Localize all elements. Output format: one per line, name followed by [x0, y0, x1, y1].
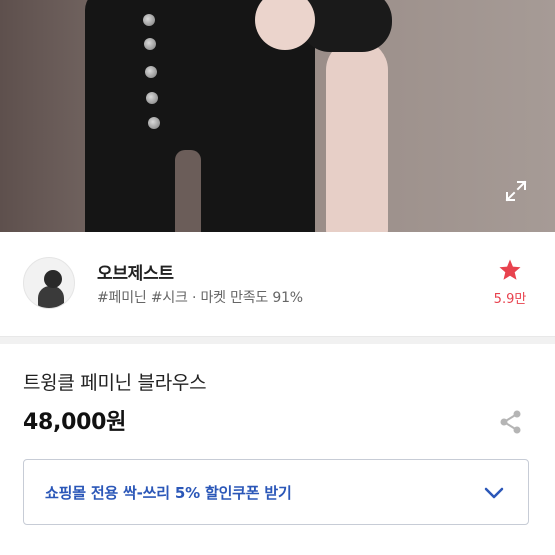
- shop-tags: #페미닌 #시크 · 마켓 만족도 91%: [97, 290, 303, 306]
- section-divider: [0, 336, 555, 344]
- share-button[interactable]: [498, 409, 524, 435]
- favorite-count: 5.9만: [493, 292, 527, 307]
- product-photo[interactable]: [0, 0, 555, 232]
- expand-photo-button[interactable]: [502, 177, 530, 205]
- product-name: 트윙클 페미닌 블라우스: [23, 372, 207, 394]
- jeans-button: [143, 14, 155, 26]
- jeans-button: [144, 38, 156, 50]
- shop-avatar[interactable]: [23, 257, 75, 309]
- coupon-download-button[interactable]: 쇼핑몰 전용 싹-쓰리 5% 할인쿠폰 받기: [23, 459, 529, 525]
- jeans-button: [146, 92, 158, 104]
- photo-arm: [326, 40, 388, 232]
- expand-arrows-icon: [505, 180, 527, 202]
- jeans-button: [148, 117, 160, 129]
- chevron-down-icon: [484, 487, 504, 499]
- product-price: 48,000원: [23, 410, 127, 435]
- photo-leg-gap: [175, 150, 201, 232]
- coupon-label: 쇼핑몰 전용 싹-쓰리 5% 할인쿠폰 받기: [45, 484, 292, 502]
- shop-info[interactable]: 오브제스트 #페미닌 #시크 · 마켓 만족도 91% 5.9만: [0, 246, 555, 326]
- shop-name[interactable]: 오브제스트: [97, 259, 174, 284]
- share-icon: [500, 410, 521, 434]
- favorite-button[interactable]: 5.9만: [484, 258, 536, 307]
- star-icon: [499, 259, 521, 280]
- jeans-button: [145, 66, 157, 78]
